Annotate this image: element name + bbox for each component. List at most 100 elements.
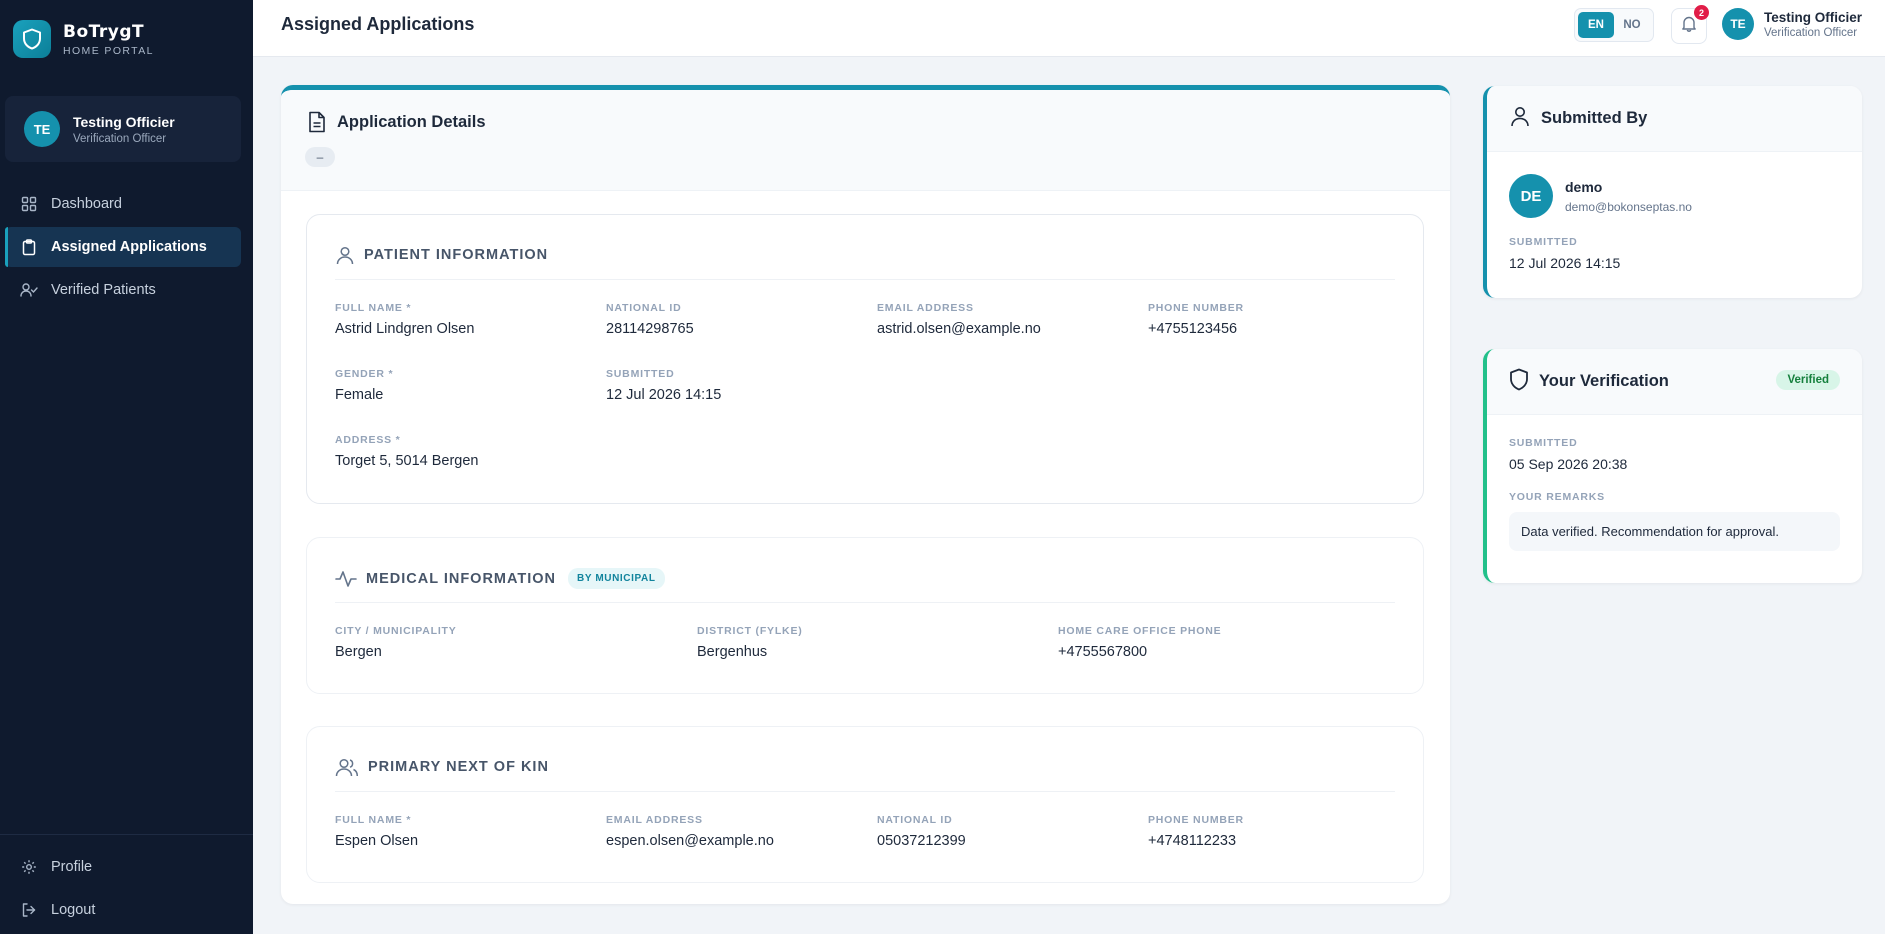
medical-office-phone-field: HOME CARE OFFICE PHONE +4755567800 (1058, 625, 1221, 660)
logout-icon (20, 901, 38, 919)
shield-logo-icon (13, 20, 51, 58)
patient-address-field: ADDRESS * Torget 5, 5014 Bergen (335, 434, 479, 469)
status-pill: – (305, 147, 335, 167)
lang-en-button[interactable]: EN (1578, 12, 1614, 38)
user-icon (335, 245, 355, 265)
divider (335, 279, 1395, 280)
field-value: +4755123456 (1148, 321, 1238, 337)
field-value: Astrid Lindgren Olsen (335, 321, 475, 337)
field-label: CITY / MUNICIPALITY (335, 625, 457, 637)
field-label: SUBMITTED (606, 368, 675, 380)
sidebar-item-label: Dashboard (51, 196, 122, 212)
field-label: YOUR REMARKS (1509, 491, 1605, 503)
sidebar-user-card: TE Testing Officier Verification Officer (5, 96, 241, 162)
section-title: PRIMARY NEXT OF KIN (368, 759, 549, 775)
user-icon (1509, 105, 1531, 132)
user-role: Verification Officer (1764, 26, 1858, 39)
by-municipal-tag: BY MUNICIPAL (568, 568, 665, 589)
clipboard-icon (20, 238, 38, 256)
shield-icon (1509, 368, 1529, 396)
patient-submitted-field: SUBMITTED 12 Jul 2026 14:15 (606, 368, 721, 403)
verification-submitted-field: SUBMITTED 05 Sep 2026 20:38 (1487, 437, 1862, 472)
brand-subtitle: HOME PORTAL (63, 44, 154, 57)
field-value: Torget 5, 5014 Bergen (335, 453, 479, 469)
submitted-by-card: Submitted By DE demo demo@bokonseptas.no… (1483, 86, 1862, 298)
sidebar-item-logout[interactable]: Logout (5, 890, 241, 930)
sidebar-item-assigned-applications[interactable]: Assigned Applications (5, 227, 241, 267)
medical-information-section: MEDICAL INFORMATION BY MUNICIPAL CITY / … (306, 537, 1424, 694)
field-value: 28114298765 (606, 321, 694, 337)
top-header: Assigned Applications EN NO 2 TE Testing… (253, 0, 1885, 57)
field-label: GENDER * (335, 368, 394, 380)
application-details-title: Application Details (337, 112, 486, 131)
field-label: EMAIL ADDRESS (606, 814, 703, 826)
sidebar-item-profile[interactable]: Profile (5, 847, 241, 887)
submitter-email: demo@bokonseptas.no (1565, 199, 1692, 214)
patient-email-field: EMAIL ADDRESS astrid.olsen@example.no (877, 302, 1041, 337)
field-label: PHONE NUMBER (1148, 814, 1244, 826)
user-name: Testing Officier (73, 113, 175, 130)
sidebar: BoTrygT HOME PORTAL TE Testing Officier … (0, 0, 253, 934)
sidebar-item-verified-patients[interactable]: Verified Patients (5, 270, 241, 310)
verification-header: Your Verification Verified (1487, 349, 1862, 415)
grid-icon (20, 195, 38, 213)
field-label: FULL NAME * (335, 302, 412, 314)
avatar: DE (1509, 174, 1553, 218)
submitter-info: DE demo demo@bokonseptas.no (1487, 152, 1862, 218)
sidebar-item-dashboard[interactable]: Dashboard (5, 184, 241, 224)
sidebar-bottom-nav: Profile Logout (5, 847, 241, 933)
kin-email-field: EMAIL ADDRESS espen.olsen@example.no (606, 814, 774, 849)
field-value: Espen Olsen (335, 833, 419, 849)
submitted-by-title: Submitted By (1541, 109, 1648, 127)
page-title: Assigned Applications (281, 14, 475, 34)
header-user-menu[interactable]: TE Testing Officier Verification Officer (1722, 8, 1862, 40)
medical-city-field: CITY / MUNICIPALITY Bergen (335, 625, 457, 660)
field-value: +4748112233 (1148, 833, 1237, 849)
kin-national-id-field: NATIONAL ID 05037212399 (877, 814, 966, 849)
submitted-by-header: Submitted By (1487, 86, 1862, 152)
section-title: MEDICAL INFORMATION (366, 570, 557, 587)
medical-district-field: DISTRICT (FYLKE) Bergenhus (697, 625, 803, 660)
application-details-header: Application Details – (281, 90, 1450, 191)
field-label: PHONE NUMBER (1148, 302, 1244, 314)
kin-phone-field: PHONE NUMBER +4748112233 (1148, 814, 1244, 849)
field-label: EMAIL ADDRESS (877, 302, 974, 314)
notification-count-badge: 2 (1694, 5, 1709, 20)
avatar: TE (1722, 8, 1754, 40)
patient-information-section: PATIENT INFORMATION FULL NAME * Astrid L… (306, 214, 1424, 504)
gear-icon (20, 858, 38, 876)
language-toggle: EN NO (1574, 8, 1654, 42)
field-value: 05037212399 (877, 833, 966, 849)
field-value: Bergen (335, 644, 382, 660)
field-label: HOME CARE OFFICE PHONE (1058, 625, 1222, 637)
verified-status-badge: Verified (1776, 370, 1840, 390)
brand-name: BoTrygT (63, 21, 145, 42)
sidebar-item-label: Assigned Applications (51, 239, 207, 255)
user-check-icon (20, 281, 38, 299)
notifications-button[interactable]: 2 (1671, 5, 1709, 44)
field-label: ADDRESS * (335, 434, 401, 446)
field-label: DISTRICT (FYLKE) (697, 625, 803, 637)
field-value: Bergenhus (697, 644, 768, 660)
remarks-text: Data verified. Recommendation for approv… (1509, 512, 1840, 551)
brand[interactable]: BoTrygT HOME PORTAL (13, 20, 154, 58)
section-title: PATIENT INFORMATION (364, 247, 549, 263)
patient-phone-field: PHONE NUMBER +4755123456 (1148, 302, 1244, 337)
remarks-field: YOUR REMARKS (1487, 491, 1862, 503)
field-label: FULL NAME * (335, 814, 412, 826)
field-value: +4755567800 (1058, 644, 1148, 660)
verification-title: Your Verification (1539, 372, 1669, 390)
user-role: Verification Officer (73, 132, 167, 145)
divider (335, 791, 1395, 792)
divider (335, 602, 1395, 603)
field-value: 12 Jul 2026 14:15 (1509, 255, 1621, 271)
kin-full-name-field: FULL NAME * Espen Olsen (335, 814, 418, 849)
lang-no-button[interactable]: NO (1614, 12, 1650, 38)
document-icon (307, 111, 327, 133)
sidebar-item-label: Profile (51, 859, 93, 875)
avatar: TE (24, 111, 60, 147)
sidebar-nav: Dashboard Assigned Applications Verified… (5, 184, 241, 313)
divider (0, 834, 253, 835)
field-value: 05 Sep 2026 20:38 (1509, 456, 1628, 472)
field-label: NATIONAL ID (877, 814, 953, 826)
